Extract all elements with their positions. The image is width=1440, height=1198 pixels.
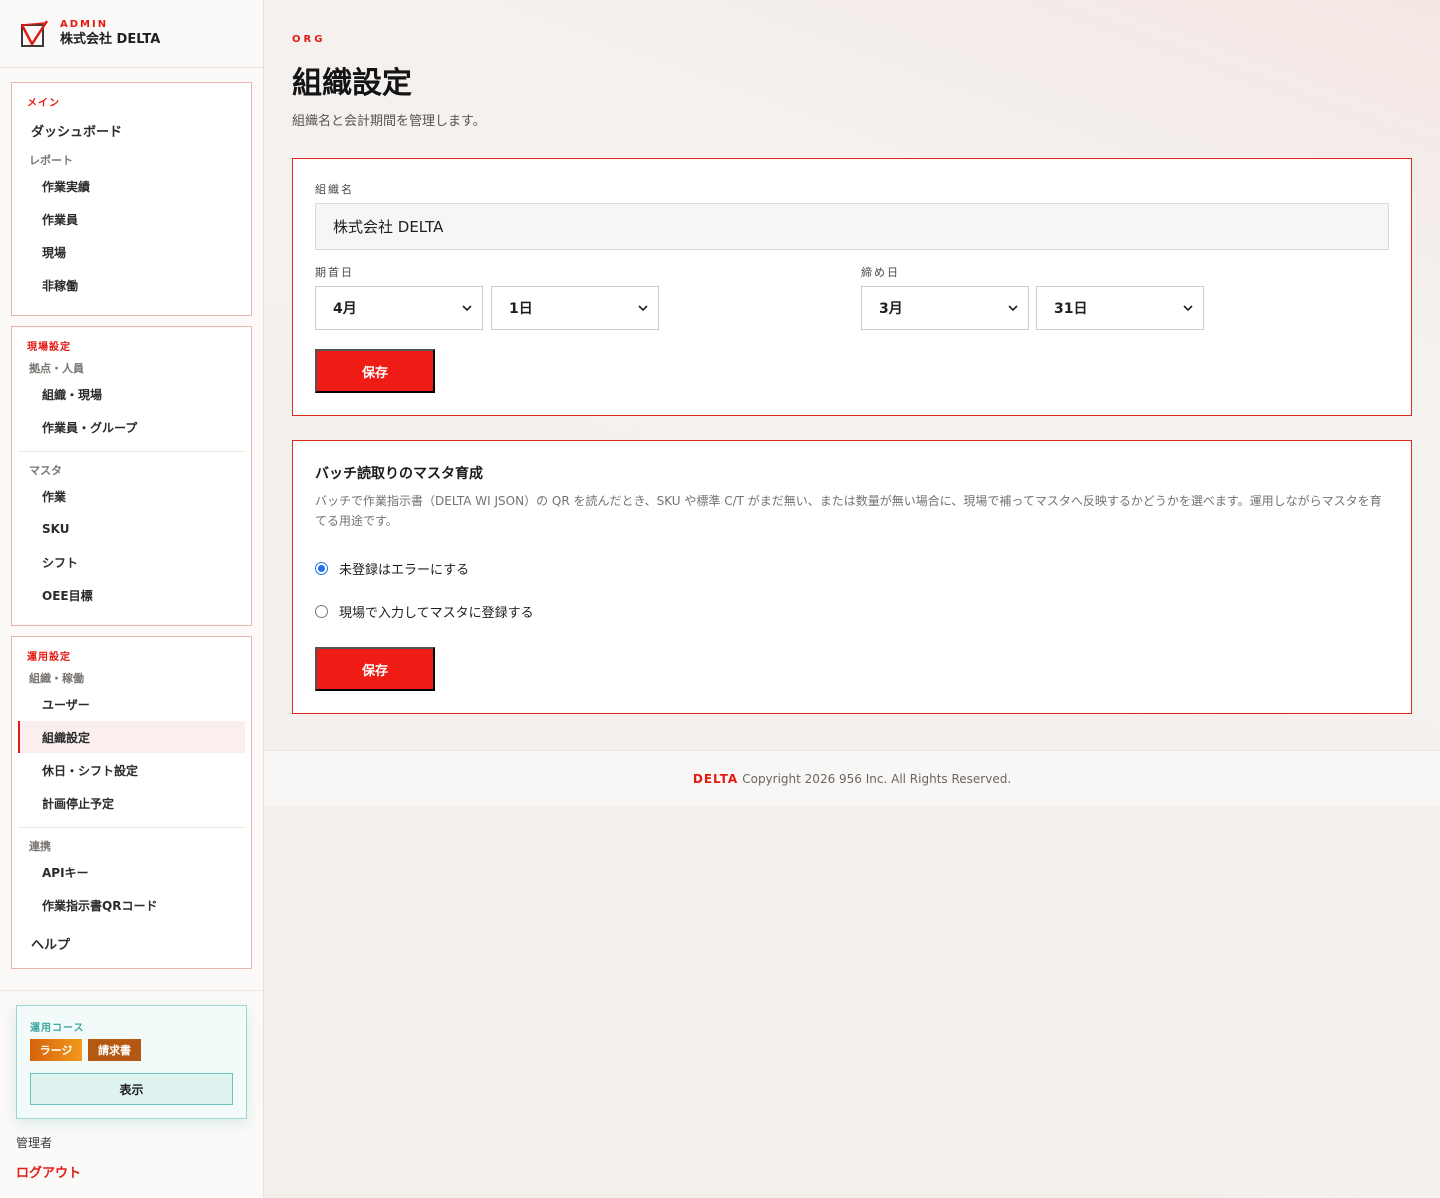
nav-group-org-operation: 組織・稼働	[29, 672, 84, 685]
nav-item-sites[interactable]: 現場	[18, 236, 245, 268]
radio-button[interactable]	[315, 605, 328, 618]
delta-logo-icon	[20, 19, 48, 47]
nav-group-reports: レポート	[29, 154, 73, 167]
nav-section-main: メイン ダッシュボード レポート 作業実績 作業員 現場 非稼働	[11, 82, 252, 316]
nav-item-users[interactable]: ユーザー	[18, 688, 245, 720]
logout-link[interactable]: ログアウト	[16, 1162, 81, 1181]
selected-value: 4月	[333, 301, 357, 317]
chevron-down-icon	[1008, 305, 1018, 312]
nav-item-org-sites[interactable]: 組織・現場	[18, 378, 245, 410]
radio-option-error[interactable]: 未登録はエラーにする	[315, 559, 469, 578]
footer-copyright: Copyright 2026 956 Inc. All Rights Reser…	[742, 771, 1012, 786]
selected-value: 3月	[879, 301, 903, 317]
fiscal-end-label: 締め日	[861, 266, 900, 279]
selected-value: 1日	[509, 301, 533, 317]
brand[interactable]: ADMIN 株式会社 DELTA	[0, 0, 263, 68]
org-name-label: 組織名	[315, 183, 354, 196]
chevron-down-icon	[462, 305, 472, 312]
save-batch-button[interactable]: 保存	[315, 647, 435, 691]
nav-item-holiday-shift-settings[interactable]: 休日・シフト設定	[18, 754, 245, 786]
page-kicker: ORG	[292, 34, 326, 45]
nav-item-dashboard[interactable]: ダッシュボード	[31, 121, 122, 140]
sidebar-footer: 運用コース ラージ 請求書 表示 管理者 ログアウト	[0, 990, 263, 1198]
nav-item-org-settings[interactable]: 組織設定	[18, 721, 245, 753]
plan-card: 運用コース ラージ 請求書 表示	[16, 1005, 247, 1119]
brand-name: 株式会社 DELTA	[60, 31, 161, 47]
batch-card-description: バッチで作業指示書（DELTA WI JSON）の QR を読んだとき、SKU …	[315, 494, 1382, 528]
page-subtitle: 組織名と会計期間を管理します。	[292, 114, 486, 129]
nav-item-planned-stops[interactable]: 計画停止予定	[18, 787, 245, 819]
nav-item-tasks[interactable]: 作業	[18, 480, 245, 512]
plan-badge-large: ラージ	[30, 1039, 82, 1061]
nav-item-sku[interactable]: SKU	[18, 513, 245, 545]
fiscal-start-day-select[interactable]: 1日	[491, 286, 659, 330]
nav-group-bases: 拠点・人員	[29, 362, 84, 375]
plan-title: 運用コース	[30, 1023, 85, 1034]
nav-section-title: 現場設定	[27, 342, 71, 353]
batch-master-card: バッチ読取りのマスタ育成 バッチで作業指示書（DELTA WI JSON）の Q…	[292, 440, 1412, 714]
plan-view-button[interactable]: 表示	[30, 1073, 233, 1105]
radio-option-register[interactable]: 現場で入力してマスタに登録する	[315, 602, 534, 621]
nav-group-integration: 連携	[29, 840, 51, 853]
divider	[18, 827, 245, 828]
nav-item-help[interactable]: ヘルプ	[31, 934, 70, 953]
nav-group-master: マスタ	[29, 464, 62, 477]
main-content: ORG 組織設定 組織名と会計期間を管理します。 組織名 株式会社 DELTA …	[264, 0, 1440, 1198]
nav-section-site-settings: 現場設定 拠点・人員 組織・現場 作業員・グループ マスタ 作業 SKU シフト…	[11, 326, 252, 626]
nav-item-shifts[interactable]: シフト	[18, 546, 245, 578]
chevron-down-icon	[638, 305, 648, 312]
brand-kicker: ADMIN	[60, 18, 109, 30]
nav-section-title: 運用設定	[27, 652, 71, 663]
page-footer: DELTA Copyright 2026 956 Inc. All Rights…	[264, 750, 1440, 806]
org-settings-card: 組織名 株式会社 DELTA 期首日 4月 1日 締め日 3月 31日 保存	[292, 158, 1412, 416]
divider	[18, 451, 245, 452]
radio-label: 未登録はエラーにする	[339, 563, 470, 578]
save-org-button[interactable]: 保存	[315, 349, 435, 393]
org-name-input[interactable]: 株式会社 DELTA	[315, 203, 1389, 250]
nav-item-worker-groups[interactable]: 作業員・グループ	[18, 411, 245, 443]
fiscal-start-label: 期首日	[315, 266, 354, 279]
fiscal-end-day-select[interactable]: 31日	[1036, 286, 1204, 330]
fiscal-start-month-select[interactable]: 4月	[315, 286, 483, 330]
fiscal-end-month-select[interactable]: 3月	[861, 286, 1029, 330]
page-title: 組織設定	[292, 66, 412, 101]
footer-brand: DELTA	[692, 771, 739, 786]
radio-button-checked[interactable]	[315, 562, 328, 575]
nav-item-api-keys[interactable]: APIキー	[18, 856, 245, 888]
radio-label: 現場で入力してマスタに登録する	[339, 606, 534, 621]
nav-item-non-operation[interactable]: 非稼働	[18, 269, 245, 301]
nav-section-ops-settings: 運用設定 組織・稼働 ユーザー 組織設定 休日・シフト設定 計画停止予定 連携 …	[11, 636, 252, 969]
nav-section-title: メイン	[27, 98, 60, 109]
nav-item-oee-targets[interactable]: OEE目標	[18, 579, 245, 611]
chevron-down-icon	[1183, 305, 1193, 312]
sidebar: ADMIN 株式会社 DELTA メイン ダッシュボード レポート 作業実績 作…	[0, 0, 264, 1198]
nav-item-workers[interactable]: 作業員	[18, 203, 245, 235]
nav-item-work-order-qr[interactable]: 作業指示書QRコード	[18, 889, 245, 921]
selected-value: 31日	[1054, 301, 1088, 317]
nav-item-work-results[interactable]: 作業実績	[18, 170, 245, 202]
plan-badge-invoice: 請求書	[88, 1039, 141, 1061]
user-role: 管理者	[16, 1136, 53, 1150]
batch-card-title: バッチ読取りのマスタ育成	[315, 466, 483, 482]
